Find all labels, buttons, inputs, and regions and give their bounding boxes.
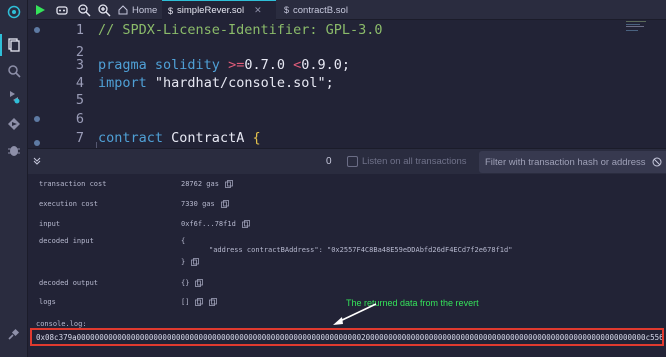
copy-icon[interactable] bbox=[195, 298, 204, 306]
copy-icon[interactable] bbox=[195, 279, 204, 287]
close-icon[interactable]: ✕ bbox=[254, 5, 262, 16]
copy-icon[interactable] bbox=[225, 180, 233, 188]
active-indicator bbox=[0, 34, 2, 56]
input-value: 0xf6f...78f1d bbox=[181, 220, 250, 228]
line-number: 4 bbox=[75, 75, 84, 91]
home-icon bbox=[118, 5, 128, 15]
logs-label: logs bbox=[39, 298, 56, 306]
copy-icon[interactable] bbox=[241, 220, 250, 228]
pragma-statement: pragma solidity >=0.7.0 <0.9.0; bbox=[98, 57, 351, 73]
line-number: 5 bbox=[75, 92, 84, 108]
tab-label: Home bbox=[132, 4, 158, 16]
contract-declaration: contract ContractA { bbox=[98, 130, 261, 146]
transaction-cost-label: transaction cost bbox=[39, 180, 107, 188]
plugin-manager-icon[interactable] bbox=[7, 327, 21, 341]
terminal-output: transaction cost 28762 gas execution cos… bbox=[28, 174, 666, 357]
solidity-file-icon: $ bbox=[284, 5, 290, 15]
revert-data-highlight: 0x08c379a0000000000000000000000000000000… bbox=[30, 328, 664, 346]
robot-icon[interactable] bbox=[55, 3, 69, 17]
zoom-out-icon[interactable] bbox=[77, 3, 91, 17]
listen-label: Listen on all transactions bbox=[362, 156, 467, 167]
line-number: 1 bbox=[75, 22, 84, 38]
copy-icon[interactable] bbox=[220, 200, 229, 208]
console-log-label: console.log: bbox=[36, 320, 87, 328]
line-number: 7 bbox=[75, 130, 84, 146]
terminal-toolbar: 0 Listen on all transactions bbox=[28, 148, 666, 174]
breakpoint-marker[interactable] bbox=[34, 27, 40, 33]
breakpoint-marker[interactable] bbox=[34, 116, 40, 122]
deploy-run-icon[interactable] bbox=[7, 117, 21, 131]
filter-input[interactable] bbox=[479, 151, 666, 173]
tab-label: contractB.sol bbox=[293, 4, 348, 16]
zoom-in-icon[interactable] bbox=[97, 3, 111, 17]
icon-panel bbox=[0, 0, 28, 357]
tab-label: simpleRever.sol bbox=[177, 5, 245, 16]
execution-cost-label: execution cost bbox=[39, 200, 99, 208]
decoded-output-label: decoded output bbox=[39, 279, 99, 287]
input-label: input bbox=[39, 220, 61, 228]
logs-value: [] bbox=[181, 298, 218, 306]
file-explorer-icon[interactable] bbox=[7, 38, 21, 52]
transaction-cost-value: 28762 gas bbox=[181, 180, 233, 188]
remix-logo-icon[interactable] bbox=[7, 5, 21, 19]
license-comment: // SPDX-License-Identifier: GPL-3.0 bbox=[98, 22, 383, 38]
copy-icon[interactable] bbox=[209, 298, 218, 306]
line-number: 3 bbox=[75, 57, 84, 73]
breakpoint-marker[interactable] bbox=[34, 140, 40, 146]
debugger-icon[interactable] bbox=[7, 143, 21, 157]
tab-simplerever[interactable]: $ simpleRever.sol ✕ bbox=[162, 0, 276, 20]
decoded-output-value: {} bbox=[181, 279, 204, 287]
copy-icon[interactable] bbox=[191, 258, 200, 266]
decoded-input-body: "address contractBAddress": "0x2557F4C8B… bbox=[209, 246, 513, 254]
solidity-compiler-icon[interactable] bbox=[7, 90, 21, 104]
solidity-file-icon: $ bbox=[168, 5, 174, 16]
import-statement: import "hardhat/console.sol"; bbox=[98, 75, 334, 91]
tab-contractb[interactable]: $ contractB.sol bbox=[278, 0, 354, 20]
decoded-input-label: decoded input bbox=[39, 237, 94, 245]
minimap[interactable] bbox=[626, 20, 658, 40]
tab-bar: Home $ simpleRever.sol ✕ $ contractB.sol bbox=[28, 0, 666, 20]
revert-hex-data[interactable]: 0x08c379a0000000000000000000000000000000… bbox=[36, 333, 662, 342]
clear-console-icon[interactable] bbox=[652, 157, 662, 167]
decoded-input-open: { bbox=[181, 237, 186, 245]
pending-tx-count: 0 bbox=[326, 156, 332, 167]
play-icon[interactable] bbox=[33, 3, 47, 17]
decoded-input-close: } bbox=[181, 258, 200, 266]
search-icon[interactable] bbox=[7, 64, 21, 78]
tab-home[interactable]: Home bbox=[112, 0, 163, 20]
code-editor[interactable]: 1 // SPDX-License-Identifier: GPL-3.0 2 … bbox=[28, 20, 666, 148]
chevron-down-icon[interactable] bbox=[33, 157, 41, 165]
line-number: 6 bbox=[75, 111, 84, 127]
listen-checkbox[interactable] bbox=[347, 156, 358, 167]
annotation-arrow bbox=[333, 303, 377, 325]
execution-cost-value: 7330 gas bbox=[181, 200, 229, 208]
